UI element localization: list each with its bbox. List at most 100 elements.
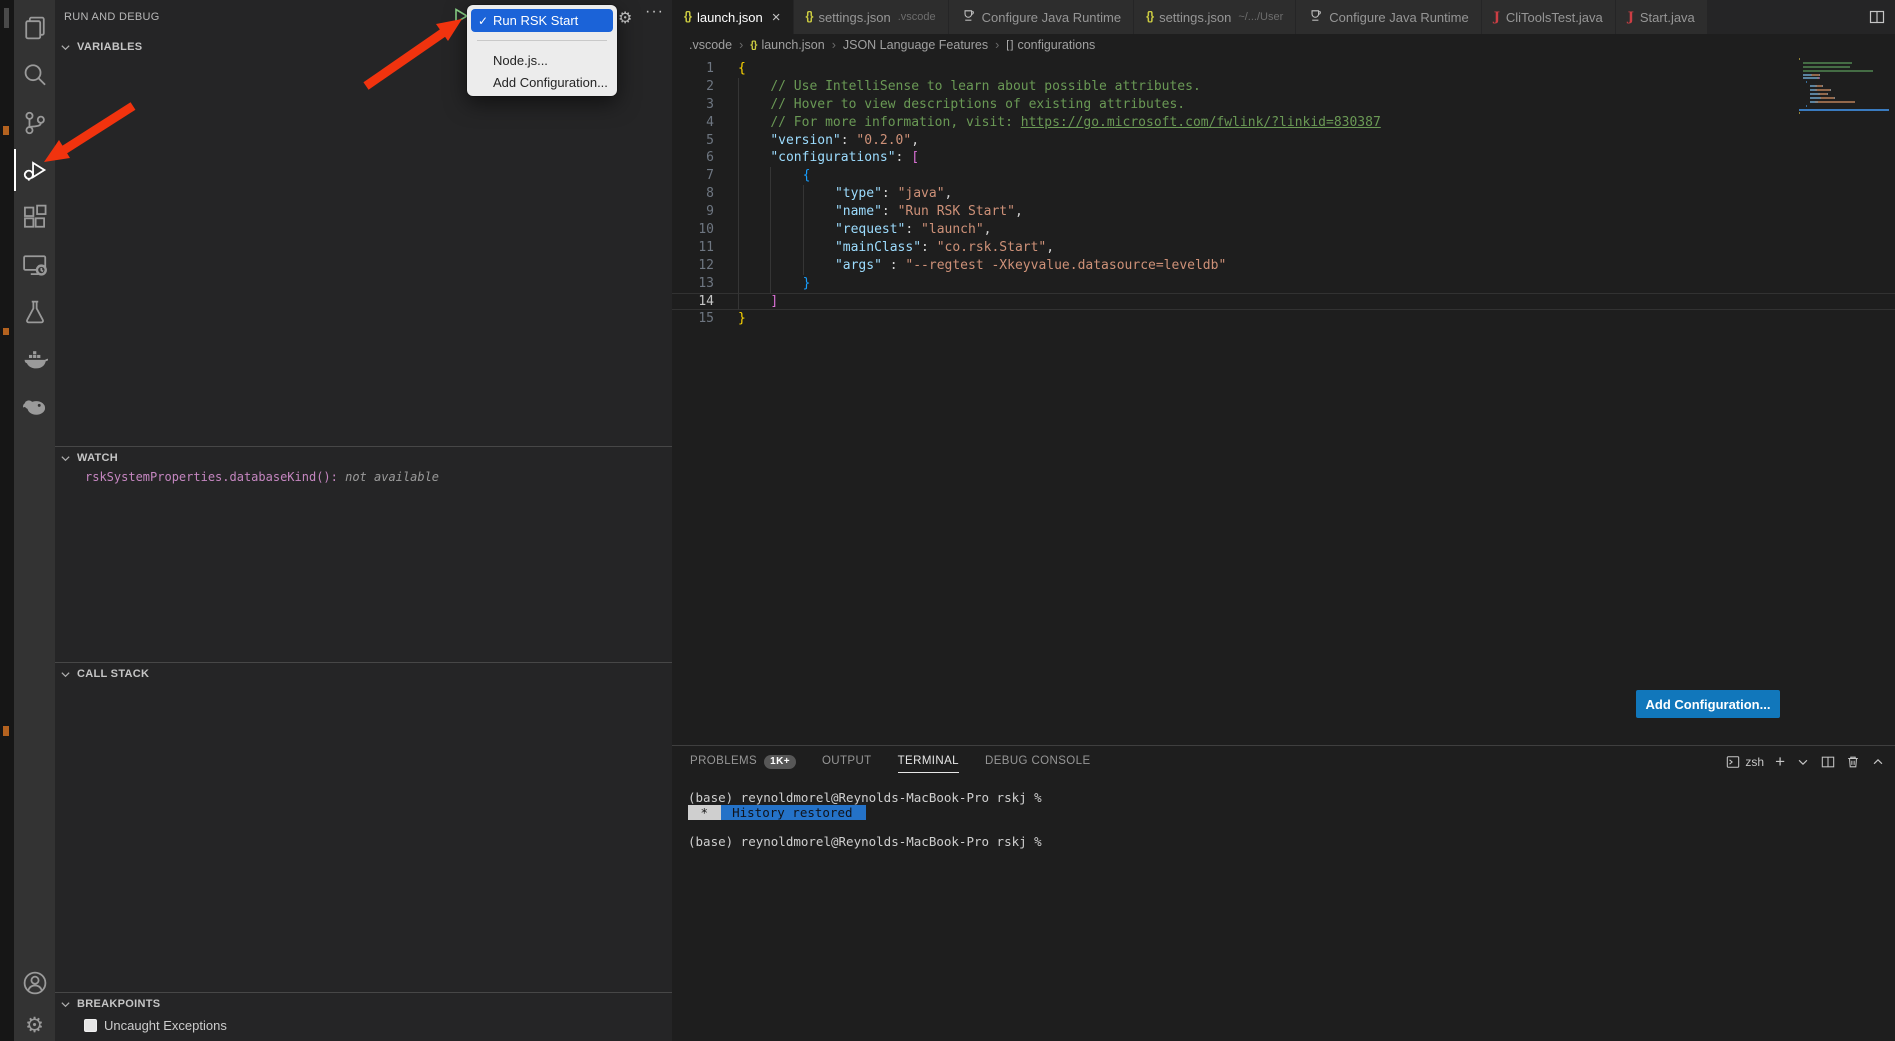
breadcrumb-separator: › — [832, 38, 836, 52]
more-actions-icon[interactable]: ··· — [645, 3, 664, 21]
line-number: 14 — [672, 293, 714, 311]
checkbox[interactable] — [84, 1019, 97, 1032]
split-terminal-icon[interactable] — [1821, 755, 1835, 769]
terminal-ansi-star: * — [688, 805, 721, 820]
source-control-icon[interactable] — [14, 100, 55, 146]
line-number: 6 — [672, 149, 714, 167]
panel-tab-label: DEBUG CONSOLE — [985, 746, 1091, 777]
panel-tab-label: TERMINAL — [898, 746, 959, 777]
split-editor-icon[interactable] — [1869, 9, 1885, 25]
code-line[interactable]: 15} — [672, 310, 1895, 328]
code-line[interactable]: 2 // Use IntelliSense to learn about pos… — [672, 78, 1895, 96]
editor-tab[interactable]: {}launch.json× — [672, 0, 794, 34]
chevron-down-icon — [60, 999, 71, 1010]
add-configuration-button[interactable]: Add Configuration... — [1636, 690, 1780, 718]
breadcrumb-item[interactable]: {}launch.json — [750, 38, 824, 52]
background-window-strip — [0, 0, 14, 1041]
editor-tab[interactable]: JStart.java — [1616, 0, 1708, 34]
line-content: "configurations": [ — [738, 149, 919, 167]
terminal-icon — [1726, 755, 1740, 769]
editor-tab[interactable]: Configure Java Runtime — [1296, 0, 1481, 34]
array-symbol-icon: [ ] — [1006, 39, 1012, 51]
watch-expression-row[interactable]: rskSystemProperties.databaseKind(): not … — [55, 467, 672, 487]
code-line[interactable]: 6 "configurations": [ — [672, 149, 1895, 167]
chevron-down-icon — [60, 669, 71, 680]
menu-item-add-configuration[interactable]: Add Configuration... — [467, 71, 617, 93]
breakpoint-uncaught-exceptions[interactable]: Uncaught Exceptions — [55, 1014, 672, 1036]
editor-tab[interactable]: JCliToolsTest.java — [1482, 0, 1616, 34]
chevron-down-icon[interactable] — [1796, 755, 1810, 769]
code-line[interactable]: 10 "request": "launch", — [672, 221, 1895, 239]
editor-tab[interactable]: {}settings.json~/.../User — [1134, 0, 1296, 34]
line-number: 1 — [672, 60, 714, 78]
code-editor[interactable]: 1{2 // Use IntelliSense to learn about p… — [672, 56, 1895, 745]
breadcrumb-label: JSON Language Features — [843, 38, 988, 52]
terminal-shell-picker[interactable]: zsh — [1726, 755, 1764, 769]
testing-icon[interactable] — [14, 289, 55, 335]
code-line[interactable]: 7 { — [672, 167, 1895, 185]
section-header-watch[interactable]: WATCH — [55, 447, 672, 469]
panel-tab-terminal[interactable]: TERMINAL — [898, 746, 959, 777]
line-content: // Hover to view descriptions of existin… — [738, 96, 1185, 114]
line-content: ] — [738, 293, 778, 311]
terminal-line: (base) reynoldmorel@Reynolds-MacBook-Pro… — [688, 791, 1895, 806]
menu-item-run-rsk-start[interactable]: ✓Run RSK Start — [471, 9, 613, 32]
java-runtime-icon — [961, 8, 976, 26]
java-file-icon: J — [1494, 10, 1500, 25]
new-terminal-icon[interactable]: + — [1775, 753, 1785, 770]
code-line[interactable]: 5 "version": "0.2.0", — [672, 132, 1895, 150]
terminal-line: (base) reynoldmorel@Reynolds-MacBook-Pro… — [688, 835, 1895, 850]
panel-tab-debug-console[interactable]: DEBUG CONSOLE — [985, 746, 1091, 777]
remote-explorer-icon[interactable] — [14, 242, 55, 288]
settings-gear-icon[interactable]: ⚙ — [14, 1002, 55, 1041]
line-content: "type": "java", — [738, 185, 952, 203]
extensions-icon[interactable] — [14, 194, 55, 240]
menu-item-node-js[interactable]: Node.js... — [467, 49, 617, 71]
gradle-icon[interactable] — [14, 383, 55, 429]
run-and-debug-icon[interactable] — [14, 147, 55, 193]
editor-tab[interactable]: {}settings.json.vscode — [794, 0, 949, 34]
editor-tab[interactable]: Configure Java Runtime — [949, 0, 1134, 34]
kill-terminal-trash-icon[interactable] — [1846, 755, 1860, 769]
breadcrumb-item[interactable]: [ ]configurations — [1006, 38, 1095, 52]
minimap[interactable] — [1799, 58, 1889, 130]
account-icon[interactable] — [14, 960, 55, 1006]
section-header-breakpoints[interactable]: BREAKPOINTS — [55, 993, 672, 1015]
code-line[interactable]: 1{ — [672, 60, 1895, 78]
docker-icon[interactable] — [14, 336, 55, 382]
panel-tab-label: OUTPUT — [822, 746, 872, 777]
line-number: 5 — [672, 132, 714, 150]
code-line[interactable]: 9 "name": "Run RSK Start", — [672, 203, 1895, 221]
debug-settings-gear-icon[interactable]: ⚙ — [618, 8, 632, 28]
close-icon[interactable]: × — [772, 10, 781, 25]
code-line[interactable]: 13 } — [672, 275, 1895, 293]
line-number: 15 — [672, 310, 714, 328]
code-line[interactable]: 11 "mainClass": "co.rsk.Start", — [672, 239, 1895, 257]
line-number: 3 — [672, 96, 714, 114]
breadcrumb-item[interactable]: JSON Language Features — [843, 38, 988, 52]
line-content: { — [738, 167, 810, 185]
panel-tab-output[interactable]: OUTPUT — [822, 746, 872, 777]
code-line[interactable]: 14 ] — [672, 293, 1895, 311]
section-header-call-stack[interactable]: CALL STACK — [55, 663, 672, 685]
problems-count-badge: 1K+ — [764, 755, 796, 769]
search-icon[interactable] — [14, 52, 55, 98]
maximize-panel-icon[interactable] — [1871, 755, 1885, 769]
panel-tab-problems[interactable]: PROBLEMS1K+ — [690, 746, 796, 777]
terminal-output[interactable]: (base) reynoldmorel@Reynolds-MacBook-Pro… — [672, 777, 1895, 850]
editor-tabbar: {}launch.json×{}settings.json.vscodeConf… — [672, 0, 1895, 34]
code-line[interactable]: 12 "args" : "--regtest -Xkeyvalue.dataso… — [672, 257, 1895, 275]
terminal-line — [688, 821, 1895, 836]
line-content: "version": "0.2.0", — [738, 132, 919, 150]
chevron-down-icon — [60, 453, 71, 464]
code-line[interactable]: 8 "type": "java", — [672, 185, 1895, 203]
breadcrumb-item[interactable]: .vscode — [689, 38, 732, 52]
line-number: 8 — [672, 185, 714, 203]
tab-detail: ~/.../User — [1238, 11, 1283, 23]
tab-label: Start.java — [1640, 10, 1695, 25]
code-link[interactable]: https://go.microsoft.com/fwlink/?linkid=… — [1021, 115, 1381, 130]
code-line[interactable]: 4 // For more information, visit: https:… — [672, 114, 1895, 132]
code-line[interactable]: 3 // Hover to view descriptions of exist… — [672, 96, 1895, 114]
explorer-icon[interactable] — [14, 5, 55, 51]
tab-label: Configure Java Runtime — [1329, 10, 1468, 25]
